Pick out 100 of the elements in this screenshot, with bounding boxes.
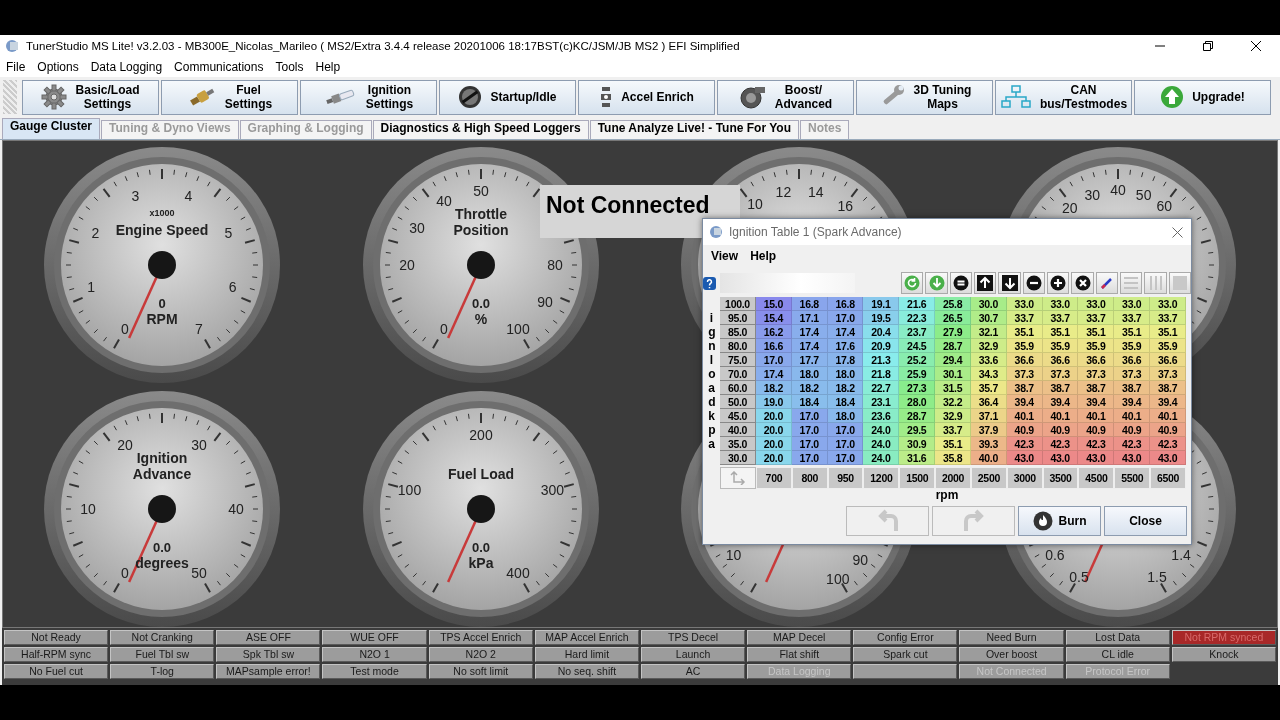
- restore-icon[interactable]: [1202, 40, 1214, 52]
- table-cell[interactable]: 22.7: [863, 381, 900, 395]
- table-cell[interactable]: 32.9: [971, 339, 1007, 353]
- menu-item[interactable]: Tools: [269, 60, 310, 74]
- table-cell[interactable]: 40.1: [1078, 409, 1115, 423]
- table-cell[interactable]: 17.0: [756, 353, 792, 367]
- toolbar-button[interactable]: Startup/Idle: [439, 79, 576, 115]
- table-cell[interactable]: 35.1: [1006, 325, 1043, 339]
- table-cell[interactable]: 17.4: [791, 339, 828, 353]
- table-cell[interactable]: 17.0: [791, 423, 828, 437]
- table-cell[interactable]: 17.8: [827, 353, 864, 367]
- table-cell[interactable]: 32.1: [971, 325, 1007, 339]
- table-cell[interactable]: 18.0: [827, 367, 864, 381]
- table-cell[interactable]: 23.6: [863, 409, 900, 423]
- table-cell[interactable]: 24.5: [899, 339, 936, 353]
- menu-item[interactable]: Options: [31, 60, 85, 74]
- toolbar-button[interactable]: Basic/Load Settings: [22, 79, 159, 115]
- table-cell[interactable]: 39.4: [1042, 395, 1079, 409]
- table-cell[interactable]: 40.9: [1042, 423, 1079, 437]
- table-cell[interactable]: 18.4: [827, 395, 864, 409]
- table-cell[interactable]: 17.0: [827, 451, 864, 465]
- table-cell[interactable]: 33.7: [935, 423, 971, 437]
- toolbar-button[interactable]: Boost/ Advanced: [717, 79, 854, 115]
- table-cell[interactable]: 17.4: [827, 325, 864, 339]
- table-cell[interactable]: 19.1: [863, 297, 900, 311]
- table-cell[interactable]: 33.0: [1114, 297, 1151, 311]
- table-cell[interactable]: 32.9: [935, 409, 971, 423]
- table-cell[interactable]: 17.7: [791, 353, 828, 367]
- table-cell[interactable]: 20.0: [756, 423, 792, 437]
- tab[interactable]: Tune Analyze Live! - Tune For You: [589, 120, 799, 139]
- table-cell[interactable]: 32.2: [935, 395, 971, 409]
- table-cell[interactable]: 36.4: [971, 395, 1007, 409]
- table-cell[interactable]: 18.2: [827, 381, 864, 395]
- table-cell[interactable]: 21.3: [863, 353, 900, 367]
- table-cell[interactable]: 17.0: [791, 451, 828, 465]
- table-cell[interactable]: 38.7: [1150, 381, 1186, 395]
- table-cell[interactable]: 17.6: [827, 339, 864, 353]
- table-cell[interactable]: 23.1: [863, 395, 900, 409]
- input-field[interactable]: [719, 273, 856, 293]
- table-cell[interactable]: 31.5: [935, 381, 971, 395]
- table-cell[interactable]: 37.9: [971, 423, 1007, 437]
- table-cell[interactable]: 37.3: [1042, 367, 1079, 381]
- table-cell[interactable]: 33.0: [1150, 297, 1186, 311]
- table-cell[interactable]: 36.6: [1150, 353, 1186, 367]
- table-cell[interactable]: 38.7: [1078, 381, 1115, 395]
- table-cell[interactable]: 25.9: [899, 367, 936, 381]
- table-cell[interactable]: 39.3: [971, 437, 1007, 451]
- table-cell[interactable]: 37.3: [1006, 367, 1043, 381]
- table-cell[interactable]: 40.1: [1114, 409, 1151, 423]
- table-cell[interactable]: 40.1: [1006, 409, 1043, 423]
- table-cell[interactable]: 33.0: [1006, 297, 1043, 311]
- table-cell[interactable]: 27.9: [935, 325, 971, 339]
- table-cell[interactable]: 31.6: [899, 451, 936, 465]
- table-cell[interactable]: 35.1: [1114, 325, 1151, 339]
- table-cell[interactable]: 33.7: [1042, 311, 1079, 325]
- table-cell[interactable]: 20.0: [756, 409, 792, 423]
- table-cell[interactable]: 26.5: [935, 311, 971, 325]
- table-cell[interactable]: 40.9: [1150, 423, 1186, 437]
- table-cell[interactable]: 23.7: [899, 325, 936, 339]
- table-cell[interactable]: 43.0: [1042, 451, 1079, 465]
- table-cell[interactable]: 33.7: [1114, 311, 1151, 325]
- tab[interactable]: Diagnostics & High Speed Loggers: [372, 120, 589, 139]
- table-cell[interactable]: 43.0: [1150, 451, 1186, 465]
- table-cell[interactable]: 21.8: [863, 367, 900, 381]
- table-cell[interactable]: 15.4: [756, 311, 792, 325]
- table-cell[interactable]: 16.8: [791, 297, 828, 311]
- table-cell[interactable]: 37.3: [1114, 367, 1151, 381]
- table-cell[interactable]: 28.7: [935, 339, 971, 353]
- table-cell[interactable]: 40.9: [1114, 423, 1151, 437]
- table-cell[interactable]: 24.0: [863, 451, 900, 465]
- table-cell[interactable]: 28.7: [899, 409, 936, 423]
- table-cell[interactable]: 17.0: [791, 409, 828, 423]
- table-cell[interactable]: 20.0: [756, 451, 792, 465]
- table-cell[interactable]: 30.1: [935, 367, 971, 381]
- table-cell[interactable]: 33.0: [1042, 297, 1079, 311]
- table-cell[interactable]: 40.0: [971, 451, 1007, 465]
- help-icon[interactable]: [703, 276, 716, 290]
- table-cell[interactable]: 35.9: [1006, 339, 1043, 353]
- table-cell[interactable]: 34.3: [971, 367, 1007, 381]
- burn-button[interactable]: Burn: [1018, 506, 1101, 536]
- table-cell[interactable]: 42.3: [1078, 437, 1115, 451]
- table-cell[interactable]: 17.0: [827, 437, 864, 451]
- table-cell[interactable]: 18.0: [827, 409, 864, 423]
- toolbar-button[interactable]: Ignition Settings: [300, 79, 437, 115]
- table-cell[interactable]: 37.3: [1078, 367, 1115, 381]
- table-cell[interactable]: 35.9: [1150, 339, 1186, 353]
- table-cell[interactable]: 35.1: [1078, 325, 1115, 339]
- table-cell[interactable]: 25.8: [935, 297, 971, 311]
- menu-item[interactable]: View: [705, 249, 745, 263]
- table-cell[interactable]: 39.4: [1078, 395, 1115, 409]
- menu-item[interactable]: File: [0, 60, 32, 74]
- menu-item[interactable]: Communications: [168, 60, 270, 74]
- table-cell[interactable]: 20.4: [863, 325, 900, 339]
- toolbar-button[interactable]: Accel Enrich: [578, 79, 715, 115]
- table-cell[interactable]: 43.0: [1078, 451, 1115, 465]
- close-button[interactable]: Close: [1104, 506, 1187, 536]
- table-cell[interactable]: 18.0: [791, 367, 828, 381]
- table-cell[interactable]: 42.3: [1042, 437, 1079, 451]
- table-cell[interactable]: 39.4: [1114, 395, 1151, 409]
- table-cell[interactable]: 35.8: [935, 451, 971, 465]
